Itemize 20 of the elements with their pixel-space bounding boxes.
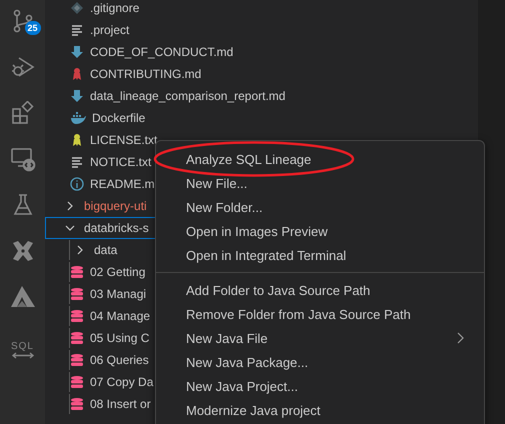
- file-name: 03 Managi: [90, 287, 146, 301]
- file-name: NOTICE.txt: [90, 155, 152, 169]
- file-name: data: [94, 243, 118, 257]
- file-name: 08 Insert or: [90, 397, 151, 411]
- file-name: CODE_OF_CONDUCT.md: [90, 45, 234, 59]
- file-name: 02 Getting: [90, 265, 146, 279]
- file-name: databricks-s: [84, 221, 149, 235]
- file-name: 07 Copy Da: [90, 375, 154, 389]
- file-name: .project: [90, 23, 130, 37]
- count-badge: 25: [24, 21, 41, 35]
- file-name: data_lineage_comparison_report.md: [90, 89, 286, 103]
- file-name: 05 Using C: [90, 331, 150, 345]
- file-name: Dockerfile: [92, 111, 146, 125]
- file-name: 06 Queries: [90, 353, 149, 367]
- file-name: README.m: [90, 177, 155, 191]
- file-name: bigquery-uti: [84, 199, 147, 213]
- file-name: LICENSE.txt: [90, 133, 158, 147]
- file-name: .gitignore: [90, 1, 140, 15]
- file-name: 04 Manage: [90, 309, 150, 323]
- file-name: CONTRIBUTING.md: [90, 67, 202, 81]
